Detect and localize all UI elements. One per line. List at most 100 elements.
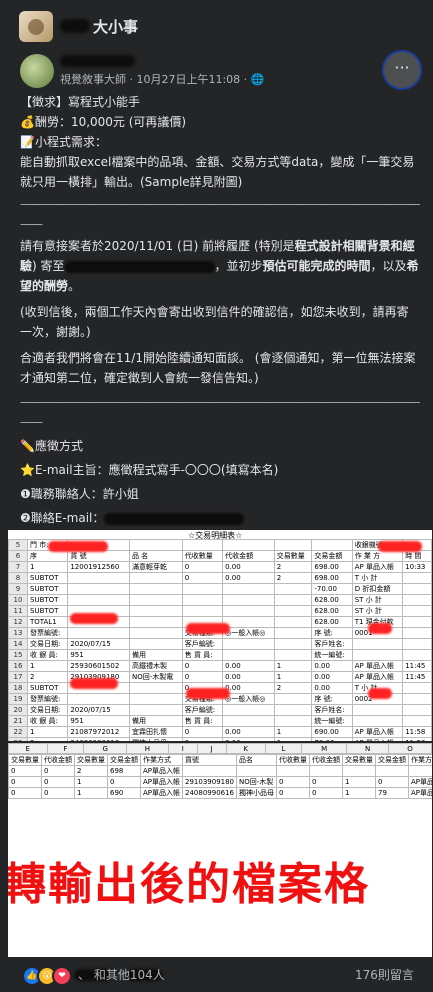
sheet-cell	[222, 583, 275, 595]
redacted-author-name[interactable]	[60, 55, 135, 67]
sheet-cell	[402, 693, 432, 705]
reaction-icons[interactable]: 👍 😮 ❤	[22, 966, 72, 986]
sheet-cell: 951	[67, 715, 130, 727]
sheet-cell	[402, 605, 432, 617]
post-title: 【徵求】寫程式小能手	[20, 95, 141, 109]
output-header-cell: 交易金額	[107, 754, 141, 766]
sheet-cell: 備用	[128, 715, 183, 727]
transaction-detail-table: 5門 市: 收銀機號: 6 序貨 號品 名代收數量 代收金額 交易數量 交易金額作 業 方時…	[8, 539, 432, 741]
sheet-cell: AP 單品入帳	[351, 737, 404, 741]
sheet-cell	[351, 704, 404, 716]
post-meta: 視覺敘事大師 · 10月27日上午11:08 · 🌐	[60, 71, 264, 87]
sheet-cell	[128, 616, 183, 628]
sheet-cell: 客戶姓名:	[311, 638, 353, 650]
column-letter: I	[167, 743, 198, 754]
sheet-row: 8 SUBTOT 0 0.00 2 698.00 T 小 計	[8, 572, 432, 584]
sheet-cell: 0.00	[222, 671, 275, 683]
sheet-cell: 2	[26, 671, 69, 683]
column-letter: N	[346, 743, 389, 754]
author-avatar[interactable]	[20, 54, 54, 88]
sheet-row: 6序貨 號品 名代收數量 代收金額 交易數量 交易金額作 業 方時 間	[8, 550, 432, 562]
sheet-cell	[222, 594, 275, 606]
output-cell	[408, 765, 432, 777]
sheet-cell: 客戶姓名:	[311, 704, 353, 716]
sheet-cell: SUBTOT	[26, 594, 69, 606]
sheet-cell: SUBTOT	[26, 572, 69, 584]
sheet-cell: 1	[273, 671, 313, 683]
redacted-customer-2	[186, 688, 230, 699]
sheet-cell	[273, 605, 313, 617]
attachment-image-2[interactable]: EFGHIJKLMNO 交易數量 代收金額 交易數量 交易金額 作業方式 貨號 品名 代收數量…	[8, 743, 432, 957]
output-header-cell: 交易數量	[342, 754, 377, 766]
sheet-cell	[128, 605, 183, 617]
requirement-text: 能自動抓取excel檔案中的品項、金額、交易方式等data，變成「一筆交易就只用…	[20, 155, 415, 189]
reactions-count[interactable]: 、 和其他104人	[78, 966, 165, 983]
sheet-cell: 0.00	[222, 572, 275, 584]
output-header-cell: 交易數量	[74, 754, 108, 766]
sheet-cell	[273, 627, 313, 639]
sheet-row: 21 收 銀 員: 951 備用售 貨 員: 統一編號:	[8, 715, 432, 727]
sheet-cell: 698.00	[311, 561, 353, 573]
sheet-cell: 統一編號:	[311, 715, 353, 727]
output-cell: 0	[41, 787, 75, 799]
group-name[interactable]: 大小事	[93, 16, 138, 37]
sheet-cell	[222, 649, 275, 661]
output-cell: 24080990616	[182, 787, 238, 799]
sheet-cell	[273, 704, 313, 716]
output-cell	[276, 765, 311, 777]
output-header-cell: 代收金額	[41, 754, 75, 766]
row-number: 11	[8, 605, 28, 617]
output-cell: AP單品入帳	[139, 787, 184, 799]
sheet-cell	[128, 693, 183, 705]
output-header-cell: 交易金額	[375, 754, 410, 766]
sheet-cell: 628.00	[311, 594, 353, 606]
apply-text-f: ，以及	[370, 259, 407, 273]
apply-text-e: 預估可能完成的時間	[262, 259, 371, 273]
row-number: 16	[8, 660, 28, 672]
row-number: 6	[8, 550, 28, 562]
redacted-customer-1	[186, 623, 230, 634]
sheet-cell	[273, 638, 313, 650]
attachment-image-1[interactable]: ☆交易明細表☆ 5門 市: 收銀機號: 6 序貨 號品 名代收數量 代收金額 交易數量 交易…	[8, 530, 432, 741]
row-number: 22	[8, 726, 28, 738]
sheet-cell: 售 貨 員:	[181, 649, 224, 661]
sheet-cell: 1	[273, 737, 313, 741]
row-number: 8	[8, 572, 28, 584]
group-avatar[interactable]	[19, 11, 53, 42]
sheet-cell: AP 單品入帳	[351, 561, 404, 573]
sheet-cell	[402, 638, 432, 650]
sheet-cell: 交易日期:	[26, 638, 69, 650]
sheet-cell: 11:58	[402, 737, 432, 741]
separator-2: ———————————————————————————————————————	[20, 395, 420, 409]
sheet-cell	[128, 572, 183, 584]
row-number: 14	[8, 638, 28, 650]
apply-paragraph: 請有意接案者於2020/11/01 (日) 前將履歷 (特別是程式設計相關背景和…	[20, 236, 420, 296]
sheet-row: 7 1 12001912560 滿意輕芽乾 0 0.00 2 698.00 AP 單品入帳 10:…	[8, 561, 432, 573]
sheet-cell: 貨 號	[67, 550, 130, 562]
sheet-cell: 10:33	[402, 561, 432, 573]
sheet-cell	[128, 627, 183, 639]
output-row: 001690AP單品入帳24080990616獨神小品母00179AP單品入帳	[8, 787, 432, 799]
sheet-cell: 0	[181, 726, 224, 738]
output-cell: 1	[342, 787, 377, 799]
sheet-cell: 客戶編號:	[181, 638, 224, 650]
output-header-cell: 貨號	[182, 754, 238, 766]
output-cell	[182, 765, 238, 777]
sheet-cell	[67, 572, 130, 584]
sheet-cell: 628.00	[311, 616, 353, 628]
output-cell: 0	[8, 776, 42, 788]
more-options-button[interactable]: ···	[384, 52, 420, 88]
row-number: 12	[8, 616, 28, 628]
sheet-cell: 25930601502	[67, 660, 130, 672]
comments-count[interactable]: 176則留言	[355, 966, 414, 983]
column-letter-row: EFGHIJKLMNO	[8, 743, 432, 754]
sheet-cell: TOTAL1	[26, 616, 69, 628]
output-cell: 0	[375, 776, 410, 788]
sheet-cell: 滿意輕芽乾	[128, 561, 183, 573]
sheet-cell: 收 銀 員:	[26, 649, 69, 661]
sheet-cell	[67, 627, 130, 639]
apply-method-heading: ✏️應徵方式	[20, 439, 83, 453]
sheet-cell	[273, 616, 313, 628]
redacted-customer-name-1	[368, 623, 392, 634]
sheet-row: 10 SUBTOT 628.00 ST 小 計	[8, 594, 432, 606]
